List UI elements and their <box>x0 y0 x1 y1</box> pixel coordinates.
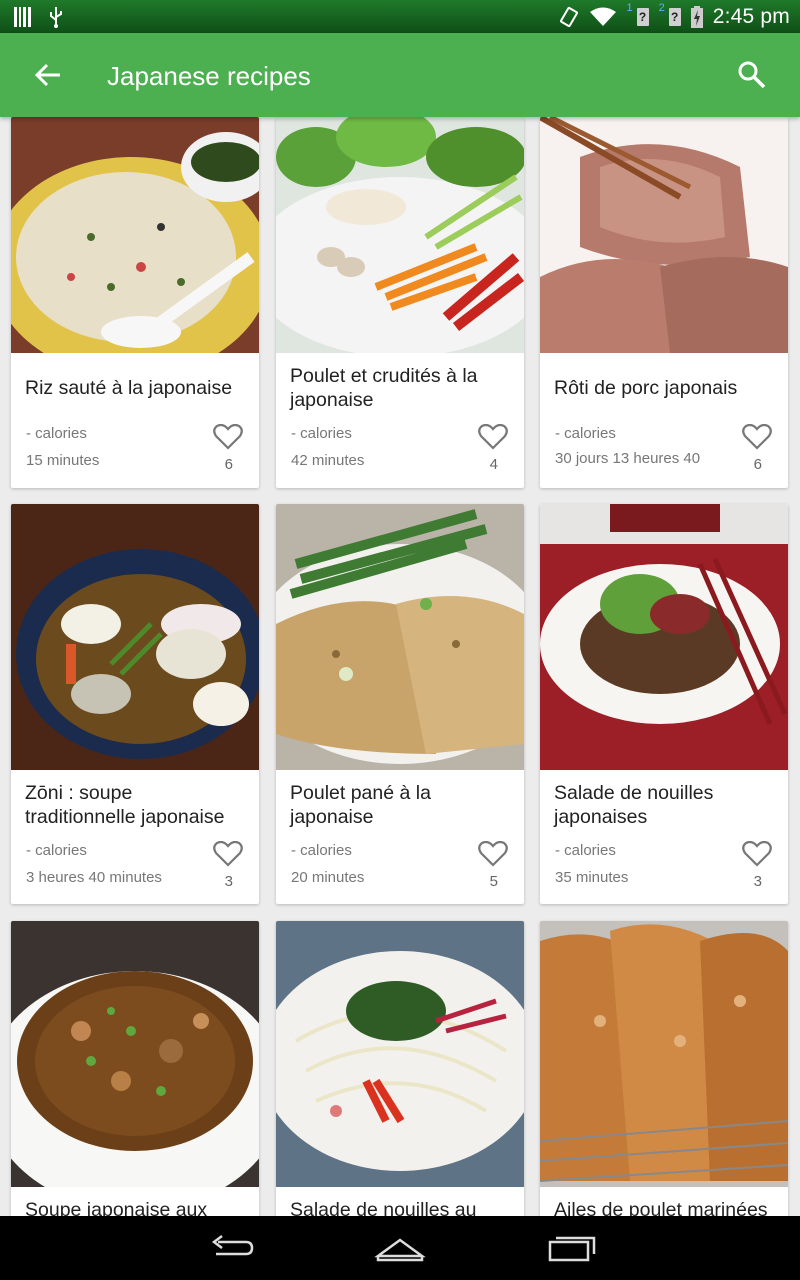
recipe-card[interactable]: Zōni : soupe traditionnelle japonaise - … <box>11 504 259 904</box>
recipe-card[interactable]: Salade de nouilles au <box>276 921 524 1216</box>
signal-icon: ? <box>636 7 649 26</box>
recipe-card[interactable]: Soupe japonaise aux <box>11 921 259 1216</box>
recipe-grid: Riz sauté à la japonaise - calories 15 m… <box>0 117 800 1216</box>
recipe-time: 15 minutes <box>26 452 100 469</box>
app-toolbar: Japanese recipes <box>0 33 800 117</box>
status-bar: 1 ? 2 ? 2:45 pm <box>0 0 800 33</box>
recipe-image <box>11 921 259 1187</box>
recipe-title: Rôti de porc japonais <box>554 377 738 399</box>
heart-icon[interactable] <box>478 841 508 867</box>
recipe-title: Salade de nouilles japonaises <box>554 782 714 828</box>
recipe-calories: - calories <box>291 425 352 442</box>
recipe-title: Salade de nouilles au <box>290 1199 477 1216</box>
recipe-time: 30 jours 13 heures 40 <box>555 450 701 467</box>
signal-icon: ? <box>668 7 681 26</box>
recipe-card[interactable]: Ailes de poulet marinées <box>540 921 788 1216</box>
recipe-calories: - calories <box>555 842 616 859</box>
likes-count: 6 <box>224 456 233 473</box>
usb-icon <box>50 7 62 28</box>
recipe-title: Riz sauté à la japonaise <box>25 377 233 399</box>
likes-count: 5 <box>489 873 498 890</box>
system-nav-bar <box>0 1216 800 1280</box>
recipe-title: Poulet et crudités à la japonaise <box>290 365 478 411</box>
back-nav-icon[interactable] <box>204 1230 260 1266</box>
recents-nav-icon[interactable] <box>544 1230 600 1266</box>
recipe-image <box>276 921 524 1187</box>
wifi-icon <box>590 7 617 26</box>
recipe-title: Soupe japonaise aux <box>25 1199 208 1216</box>
recipe-time: 3 heures 40 minutes <box>26 869 162 886</box>
heart-icon[interactable] <box>478 424 508 450</box>
recipe-image <box>540 921 788 1187</box>
recipe-time: 42 minutes <box>291 452 365 469</box>
recipe-time: 20 minutes <box>291 869 365 886</box>
recipe-image <box>11 504 259 770</box>
heart-icon[interactable] <box>213 424 243 450</box>
search-icon[interactable] <box>736 59 768 91</box>
recipe-card[interactable]: Poulet et crudités à la japonaise - calo… <box>276 117 524 488</box>
likes-count: 3 <box>224 873 233 890</box>
sim1-label: 1 <box>626 1 633 14</box>
rotate-icon <box>560 6 579 27</box>
recipe-title: Poulet pané à la japonaise <box>290 782 431 828</box>
recipe-time: 35 minutes <box>555 869 629 886</box>
recipe-card[interactable]: Salade de nouilles japonaises - calories… <box>540 504 788 904</box>
recipe-calories: - calories <box>291 842 352 859</box>
recipe-card[interactable]: Rôti de porc japonais - calories 30 jour… <box>540 117 788 488</box>
battery-charging-icon <box>690 5 703 28</box>
clock: 2:45 pm <box>712 4 790 28</box>
recipe-image <box>540 117 788 353</box>
home-nav-icon[interactable] <box>372 1230 428 1266</box>
recipe-image <box>540 504 788 770</box>
likes-count: 3 <box>753 873 762 890</box>
sim2-label: 2 <box>658 1 665 14</box>
recipe-title: Zōni : soupe traditionnelle japonaise <box>25 782 225 828</box>
recipe-title: Ailes de poulet marinées <box>554 1199 768 1216</box>
barcode-icon <box>14 7 31 27</box>
arrow-back-icon[interactable] <box>30 57 66 93</box>
likes-count: 4 <box>489 456 498 473</box>
recipe-calories: - calories <box>26 842 87 859</box>
recipe-image <box>11 117 259 353</box>
recipe-card[interactable]: Poulet pané à la japonaise - calories 20… <box>276 504 524 904</box>
recipe-image <box>276 117 524 353</box>
recipe-calories: - calories <box>555 425 616 442</box>
likes-count: 6 <box>753 456 762 473</box>
recipe-calories: - calories <box>26 425 87 442</box>
recipe-image <box>276 504 524 770</box>
page-title: Japanese recipes <box>107 61 311 91</box>
heart-icon[interactable] <box>742 841 772 867</box>
heart-icon[interactable] <box>213 841 243 867</box>
recipe-card[interactable]: Riz sauté à la japonaise - calories 15 m… <box>11 117 259 488</box>
heart-icon[interactable] <box>742 424 772 450</box>
